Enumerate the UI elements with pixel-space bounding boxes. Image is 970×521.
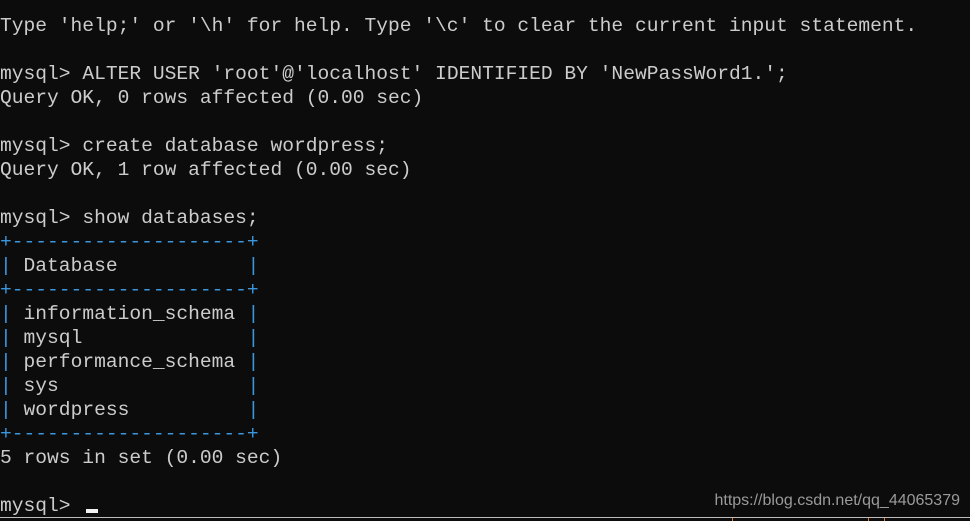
table-border: +--------------------+: [0, 423, 259, 445]
command-text: create database wordpress;: [82, 135, 389, 157]
command-line: mysql> show databases;: [0, 206, 917, 230]
command-text: show databases;: [82, 207, 259, 229]
command-result: 5 rows in set (0.00 sec): [0, 447, 283, 469]
table-border: +--------------------+: [0, 231, 259, 253]
command-line: mysql> create database wordpress;: [0, 134, 917, 158]
table-cell: information_schema: [23, 303, 236, 325]
terminal-output: Type 'help;' or '\h' for help. Type '\c'…: [0, 14, 917, 518]
help-line: Type 'help;' or '\h' for help. Type '\c'…: [0, 15, 918, 37]
table-header: | Database |: [0, 255, 260, 277]
table-row: | sys |: [0, 375, 260, 397]
table-cell: performance_schema: [23, 351, 236, 373]
command-result: Query OK, 0 rows affected (0.00 sec): [0, 87, 424, 109]
command-text: ALTER USER 'root'@'localhost' IDENTIFIED…: [82, 63, 788, 85]
prompt: mysql>: [0, 63, 83, 85]
table-row: | mysql |: [0, 327, 260, 349]
watermark: https://blog.csdn.net/qq_44065379: [714, 492, 960, 509]
table-cell: mysql: [23, 327, 83, 349]
table-row: | wordpress |: [0, 399, 260, 421]
table-cell: sys: [23, 375, 59, 397]
table-row: | information_schema |: [0, 303, 260, 325]
table-row: | performance_schema |: [0, 351, 260, 373]
prompt: mysql>: [0, 135, 83, 157]
command-line: mysql> ALTER USER 'root'@'localhost' IDE…: [0, 62, 917, 86]
prompt: mysql>: [0, 207, 83, 229]
column-header: Database: [23, 255, 118, 277]
cursor: [86, 509, 99, 513]
command-result: Query OK, 1 row affected (0.00 sec): [0, 159, 412, 181]
table-border: +--------------------+: [0, 279, 259, 301]
table-cell: wordpress: [23, 399, 130, 421]
prompt: mysql>: [0, 495, 83, 517]
bottom-border: [0, 517, 970, 518]
